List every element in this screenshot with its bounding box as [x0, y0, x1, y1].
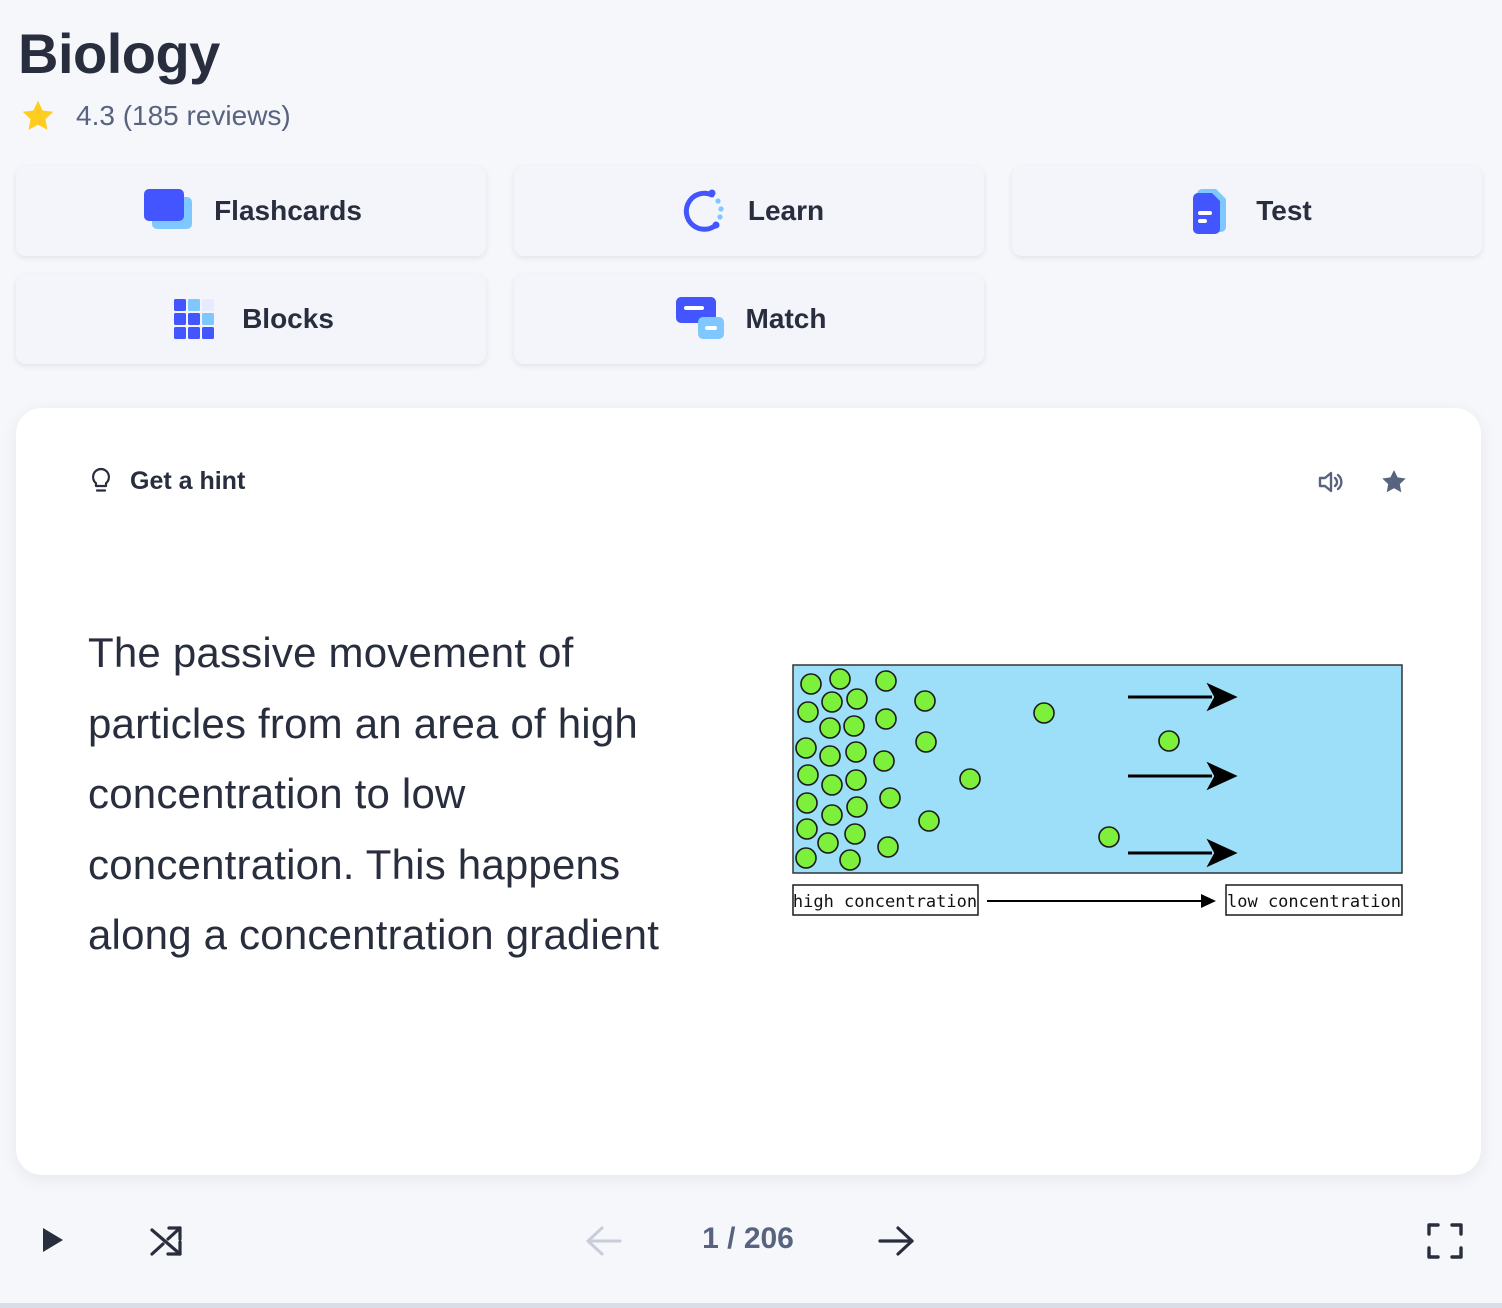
low-concentration-label: low concentration — [1227, 892, 1401, 912]
next-arrow-icon[interactable] — [876, 1224, 916, 1258]
test-mode-button[interactable]: Test — [1012, 166, 1482, 256]
learn-label: Learn — [747, 195, 825, 226]
flashcards-mode-button[interactable]: Flashcards — [16, 166, 486, 256]
match-label: Match — [745, 303, 827, 334]
blocks-label: Blocks — [242, 303, 334, 334]
diffusion-diagram: high concentration low concentration — [792, 664, 1403, 916]
bottom-divider — [0, 1303, 1502, 1308]
flashcard[interactable]: Get a hint The passive movement of parti… — [16, 408, 1481, 1175]
test-label: Test — [1256, 195, 1312, 226]
play-icon[interactable] — [38, 1224, 68, 1256]
card-controls: 1 / 206 — [0, 1190, 1502, 1300]
fullscreen-icon[interactable] — [1426, 1222, 1464, 1260]
rating: 4.3 (185 reviews) — [20, 98, 291, 134]
match-icon — [675, 297, 724, 339]
rating-text: 4.3 (185 reviews) — [76, 100, 291, 131]
learn-mode-button[interactable]: Learn — [514, 166, 984, 256]
flashcards-icon — [144, 189, 193, 229]
previous-arrow-icon[interactable] — [584, 1224, 624, 1258]
card-counter: 1 / 206 — [702, 1222, 794, 1255]
hint-label: Get a hint — [130, 466, 246, 495]
star-rating-icon — [22, 100, 54, 130]
page-title: Biology — [18, 22, 220, 85]
star-favorite-icon[interactable] — [1378, 466, 1410, 498]
shuffle-icon[interactable] — [148, 1222, 186, 1260]
get-hint-button[interactable]: Get a hint — [88, 466, 245, 496]
test-icon — [1193, 189, 1227, 234]
flashcards-label: Flashcards — [214, 195, 362, 226]
blocks-mode-button[interactable]: Blocks — [16, 274, 486, 364]
high-concentration-label: high concentration — [793, 892, 977, 912]
match-mode-button[interactable]: Match — [514, 274, 984, 364]
card-definition-text: The passive movement of particles from a… — [88, 629, 660, 958]
flashcard-page: Biology 4.3 (185 reviews) Flashcards Lea… — [0, 0, 1502, 1308]
blocks-icon — [174, 299, 215, 339]
learn-icon — [683, 189, 724, 232]
audio-icon[interactable] — [1314, 466, 1346, 498]
lightbulb-icon — [91, 467, 111, 492]
